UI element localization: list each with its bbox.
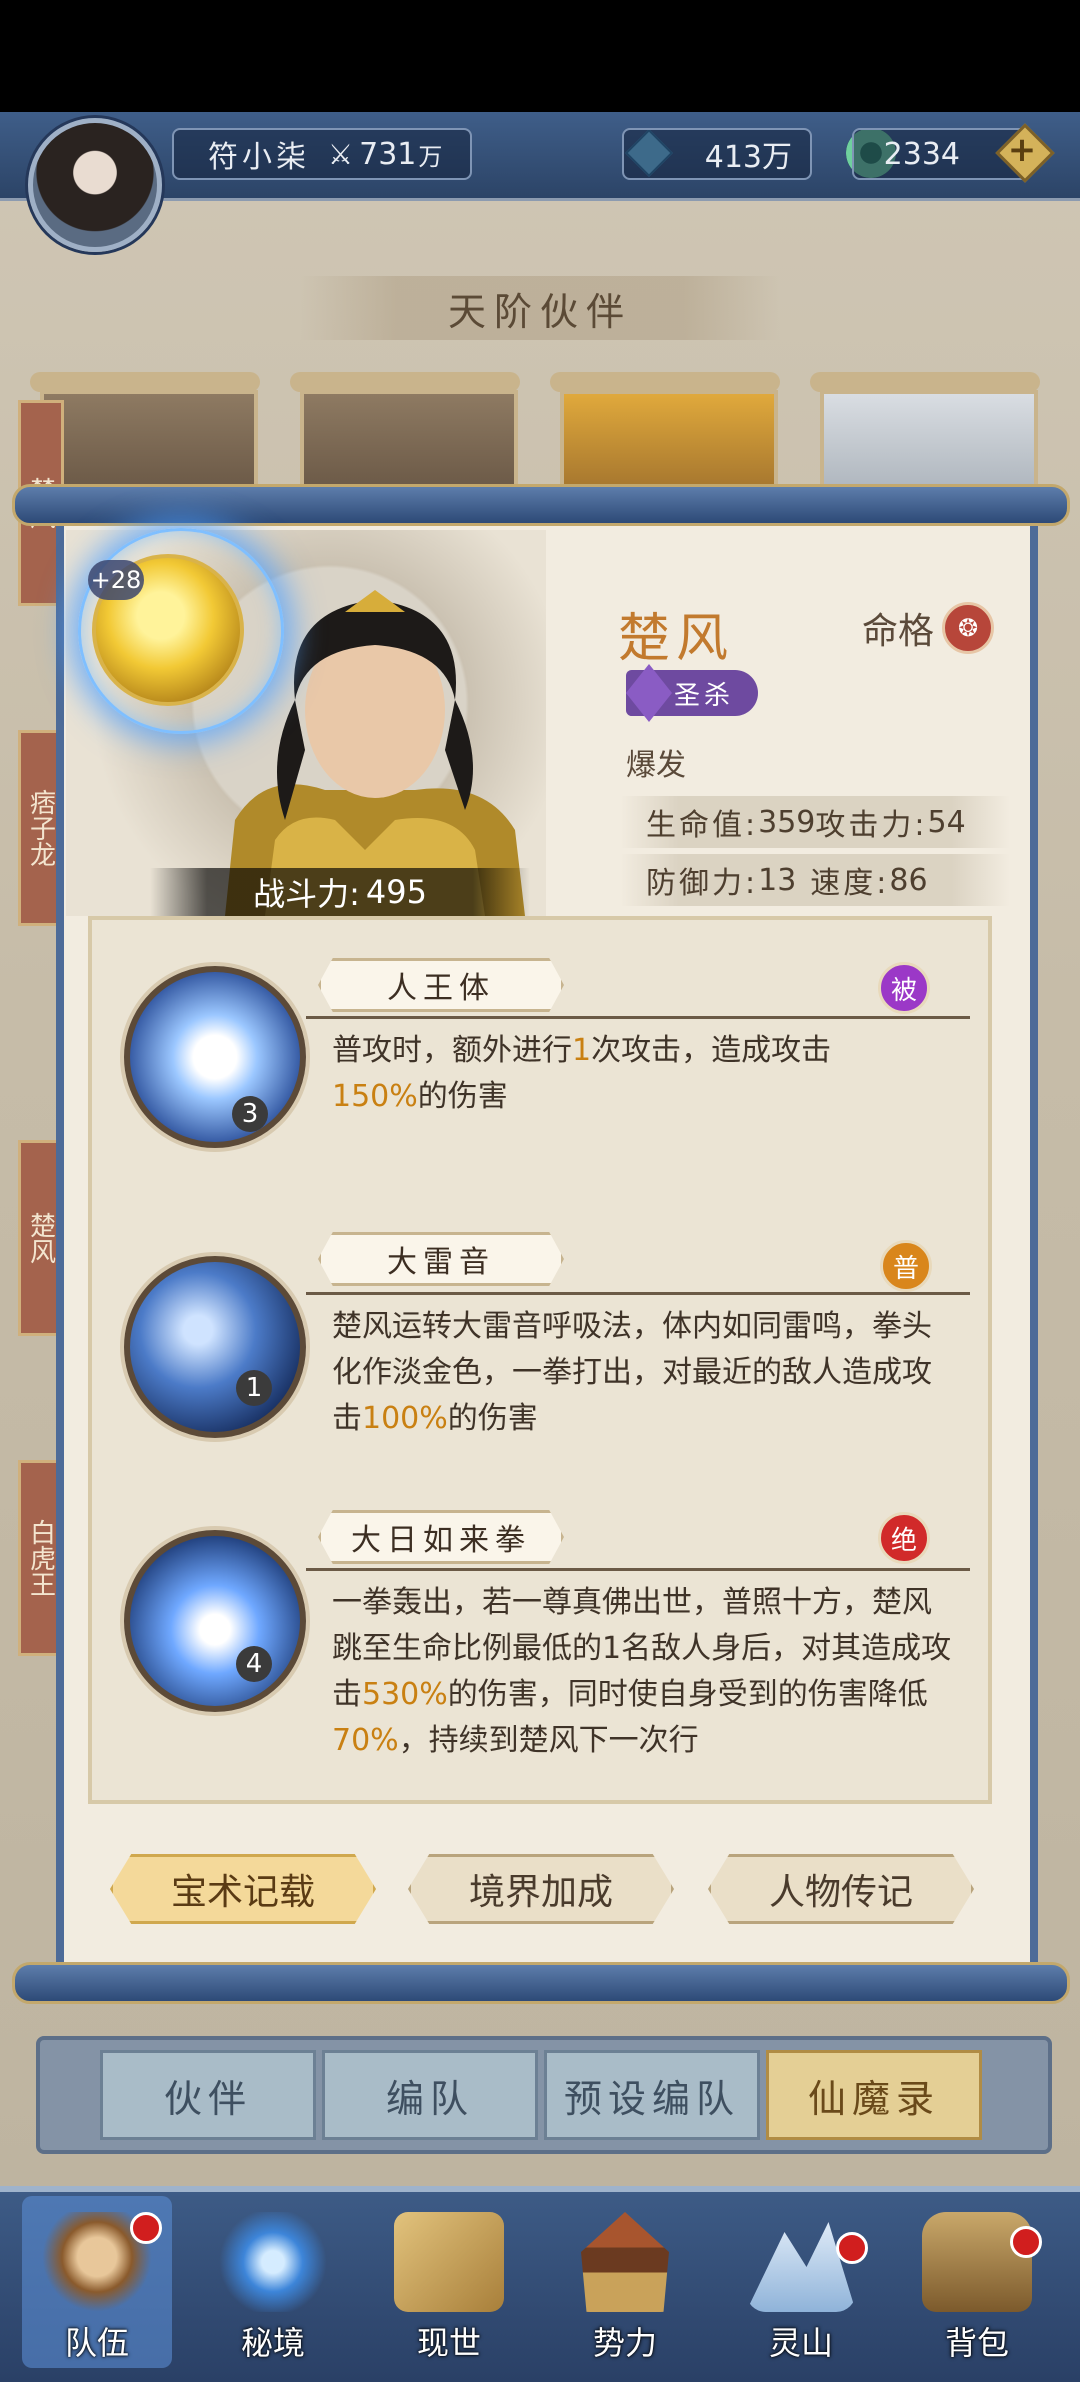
mingge-button[interactable]: 命格 ❂: [862, 602, 995, 654]
scroll-map-icon: [394, 2212, 504, 2312]
biography-button[interactable]: 人物传记: [708, 1854, 974, 1924]
backpack-icon: [922, 2212, 1032, 2312]
skill-title-2: 大雷音: [318, 1232, 564, 1286]
atk-label: 攻击力:: [815, 808, 928, 843]
tab-immortal-records[interactable]: 仙魔录: [766, 2050, 982, 2140]
skill-desc-3-hl: 530%: [362, 1677, 448, 1712]
skill-title-1: 人王体: [318, 958, 564, 1012]
skill-tag-1: 被: [878, 962, 930, 1014]
skill-tag-3: 绝: [878, 1512, 930, 1564]
skill-level-2: 1: [236, 1370, 272, 1406]
scroll-rod-bottom: [12, 1962, 1070, 2004]
skill-title-3: 大日如来拳: [318, 1510, 564, 1564]
realm-bonus-button[interactable]: 境界加成: [408, 1854, 674, 1924]
skill-divider-2: [306, 1292, 970, 1295]
nav-faction-label: 势力: [592, 2324, 657, 2362]
atk-value: 54: [927, 804, 966, 840]
def-label: 防御力:: [646, 866, 759, 901]
skill-icon-1[interactable]: [124, 966, 306, 1148]
nav-spirit-mountain-label: 灵山: [768, 2324, 833, 2362]
nav-team-label: 队伍: [64, 2324, 129, 2362]
mingge-label: 命格: [862, 611, 935, 652]
treasure-records-button[interactable]: 宝术记载: [110, 1854, 376, 1924]
battle-power-label: 战斗力:: [253, 875, 360, 913]
hp-value: 359: [758, 804, 816, 840]
skill-level-1: 3: [232, 1096, 268, 1132]
stat-row-1: 生命值: 359 攻击力: 54: [620, 796, 1010, 848]
nav-secret-realm-label: 秘境: [240, 2324, 305, 2362]
skill-desc-1-hl: 150%: [332, 1079, 418, 1114]
mountain-icon: [746, 2222, 856, 2312]
battle-power-value: 495: [365, 873, 427, 911]
jade-amount: 2334: [883, 136, 960, 172]
skill-icon-2[interactable]: [124, 1256, 306, 1438]
nav-backpack-label: 背包: [944, 2324, 1009, 2362]
card-rod-4: [810, 372, 1040, 392]
orb-plus-badge: +28: [88, 560, 144, 600]
player-power-unit: 万: [418, 142, 443, 171]
battle-power: 战斗力: 495: [150, 868, 530, 916]
card-rod-1: [30, 372, 260, 392]
hp-label: 生命值:: [646, 808, 759, 843]
nav-present-world-label: 现世: [416, 2324, 481, 2362]
skill-divider-1: [306, 1016, 970, 1019]
skill-tag-2: 普: [880, 1240, 932, 1292]
spd-label: 速度:: [810, 866, 890, 901]
skill-level-3: 4: [236, 1646, 272, 1682]
skill-desc-3-text: ，持续到楚风下一次行: [398, 1723, 699, 1758]
section-title: 天阶伙伴: [300, 276, 780, 340]
role-label: 圣杀: [674, 680, 735, 711]
vortex-icon: [218, 2212, 328, 2312]
player-name: 符小柒: [208, 140, 310, 175]
skill-desc-2-hl: 100%: [362, 1401, 448, 1436]
nav-secret-realm[interactable]: 秘境: [198, 2204, 348, 2364]
tab-formation[interactable]: 编队: [322, 2050, 538, 2140]
player-power: 731: [359, 136, 417, 172]
nav-team-badge: [130, 2212, 162, 2244]
status-bar-area: [0, 0, 1080, 112]
skill-desc-1-text: 次攻击，造成攻击: [591, 1033, 832, 1068]
player-avatar[interactable]: [28, 118, 162, 252]
tab-preset-formation[interactable]: 预设编队: [544, 2050, 760, 2140]
nav-present-world[interactable]: 现世: [374, 2204, 524, 2364]
character-name: 楚风: [618, 609, 735, 669]
gold-pill[interactable]: 413万: [622, 128, 812, 180]
tab-partners[interactable]: 伙伴: [100, 2050, 316, 2140]
power-icon: ⚔: [328, 137, 354, 171]
nav-spirit-mountain[interactable]: 灵山: [726, 2204, 876, 2364]
spd-value: 86: [889, 862, 928, 898]
skill-desc-3-text: 的伤害，同时使自身受到的伤害降低: [447, 1677, 928, 1712]
skill-desc-1: 普攻时，额外进行1次攻击，造成攻击 150%的伤害: [332, 1028, 952, 1120]
skill-divider-3: [306, 1568, 970, 1571]
card-rod-2: [290, 372, 520, 392]
def-value: 13: [758, 862, 797, 898]
skill-desc-1-text: 的伤害: [417, 1079, 508, 1114]
flame-icon: ❂: [942, 602, 995, 654]
player-info-pill[interactable]: 符小柒 ⚔ 731 万: [172, 128, 472, 180]
skill-desc-1-text: 普攻时，额外进行: [332, 1033, 572, 1068]
scroll-rod-top: [12, 484, 1070, 526]
nav-spirit-mountain-badge: [836, 2232, 868, 2264]
skill-desc-1-hl: 1: [572, 1033, 592, 1068]
plus-icon: +: [1007, 130, 1037, 170]
nav-backpack-badge: [1010, 2226, 1042, 2258]
skill-desc-2-text: 的伤害: [447, 1401, 538, 1436]
character-type: 爆发: [626, 748, 686, 783]
nav-faction[interactable]: 势力: [550, 2204, 700, 2364]
pavilion-icon: [581, 2212, 669, 2312]
skill-icon-3[interactable]: [124, 1530, 306, 1712]
skill-desc-3-hl: 70%: [332, 1723, 399, 1758]
card-rod-3: [550, 372, 780, 392]
skill-desc-3: 一拳轰出，若一尊真佛出世，普照十方，楚风跳至生命比例最低的1名敌人身后，对其造成…: [332, 1580, 952, 1764]
gold-amount: 413万: [704, 140, 792, 175]
skill-desc-2: 楚风运转大雷音呼吸法，体内如同雷鸣，拳头化作淡金色，一拳打出，对最近的敌人造成攻…: [332, 1304, 952, 1442]
stat-row-2: 防御力: 13 速度: 86: [620, 854, 1010, 906]
